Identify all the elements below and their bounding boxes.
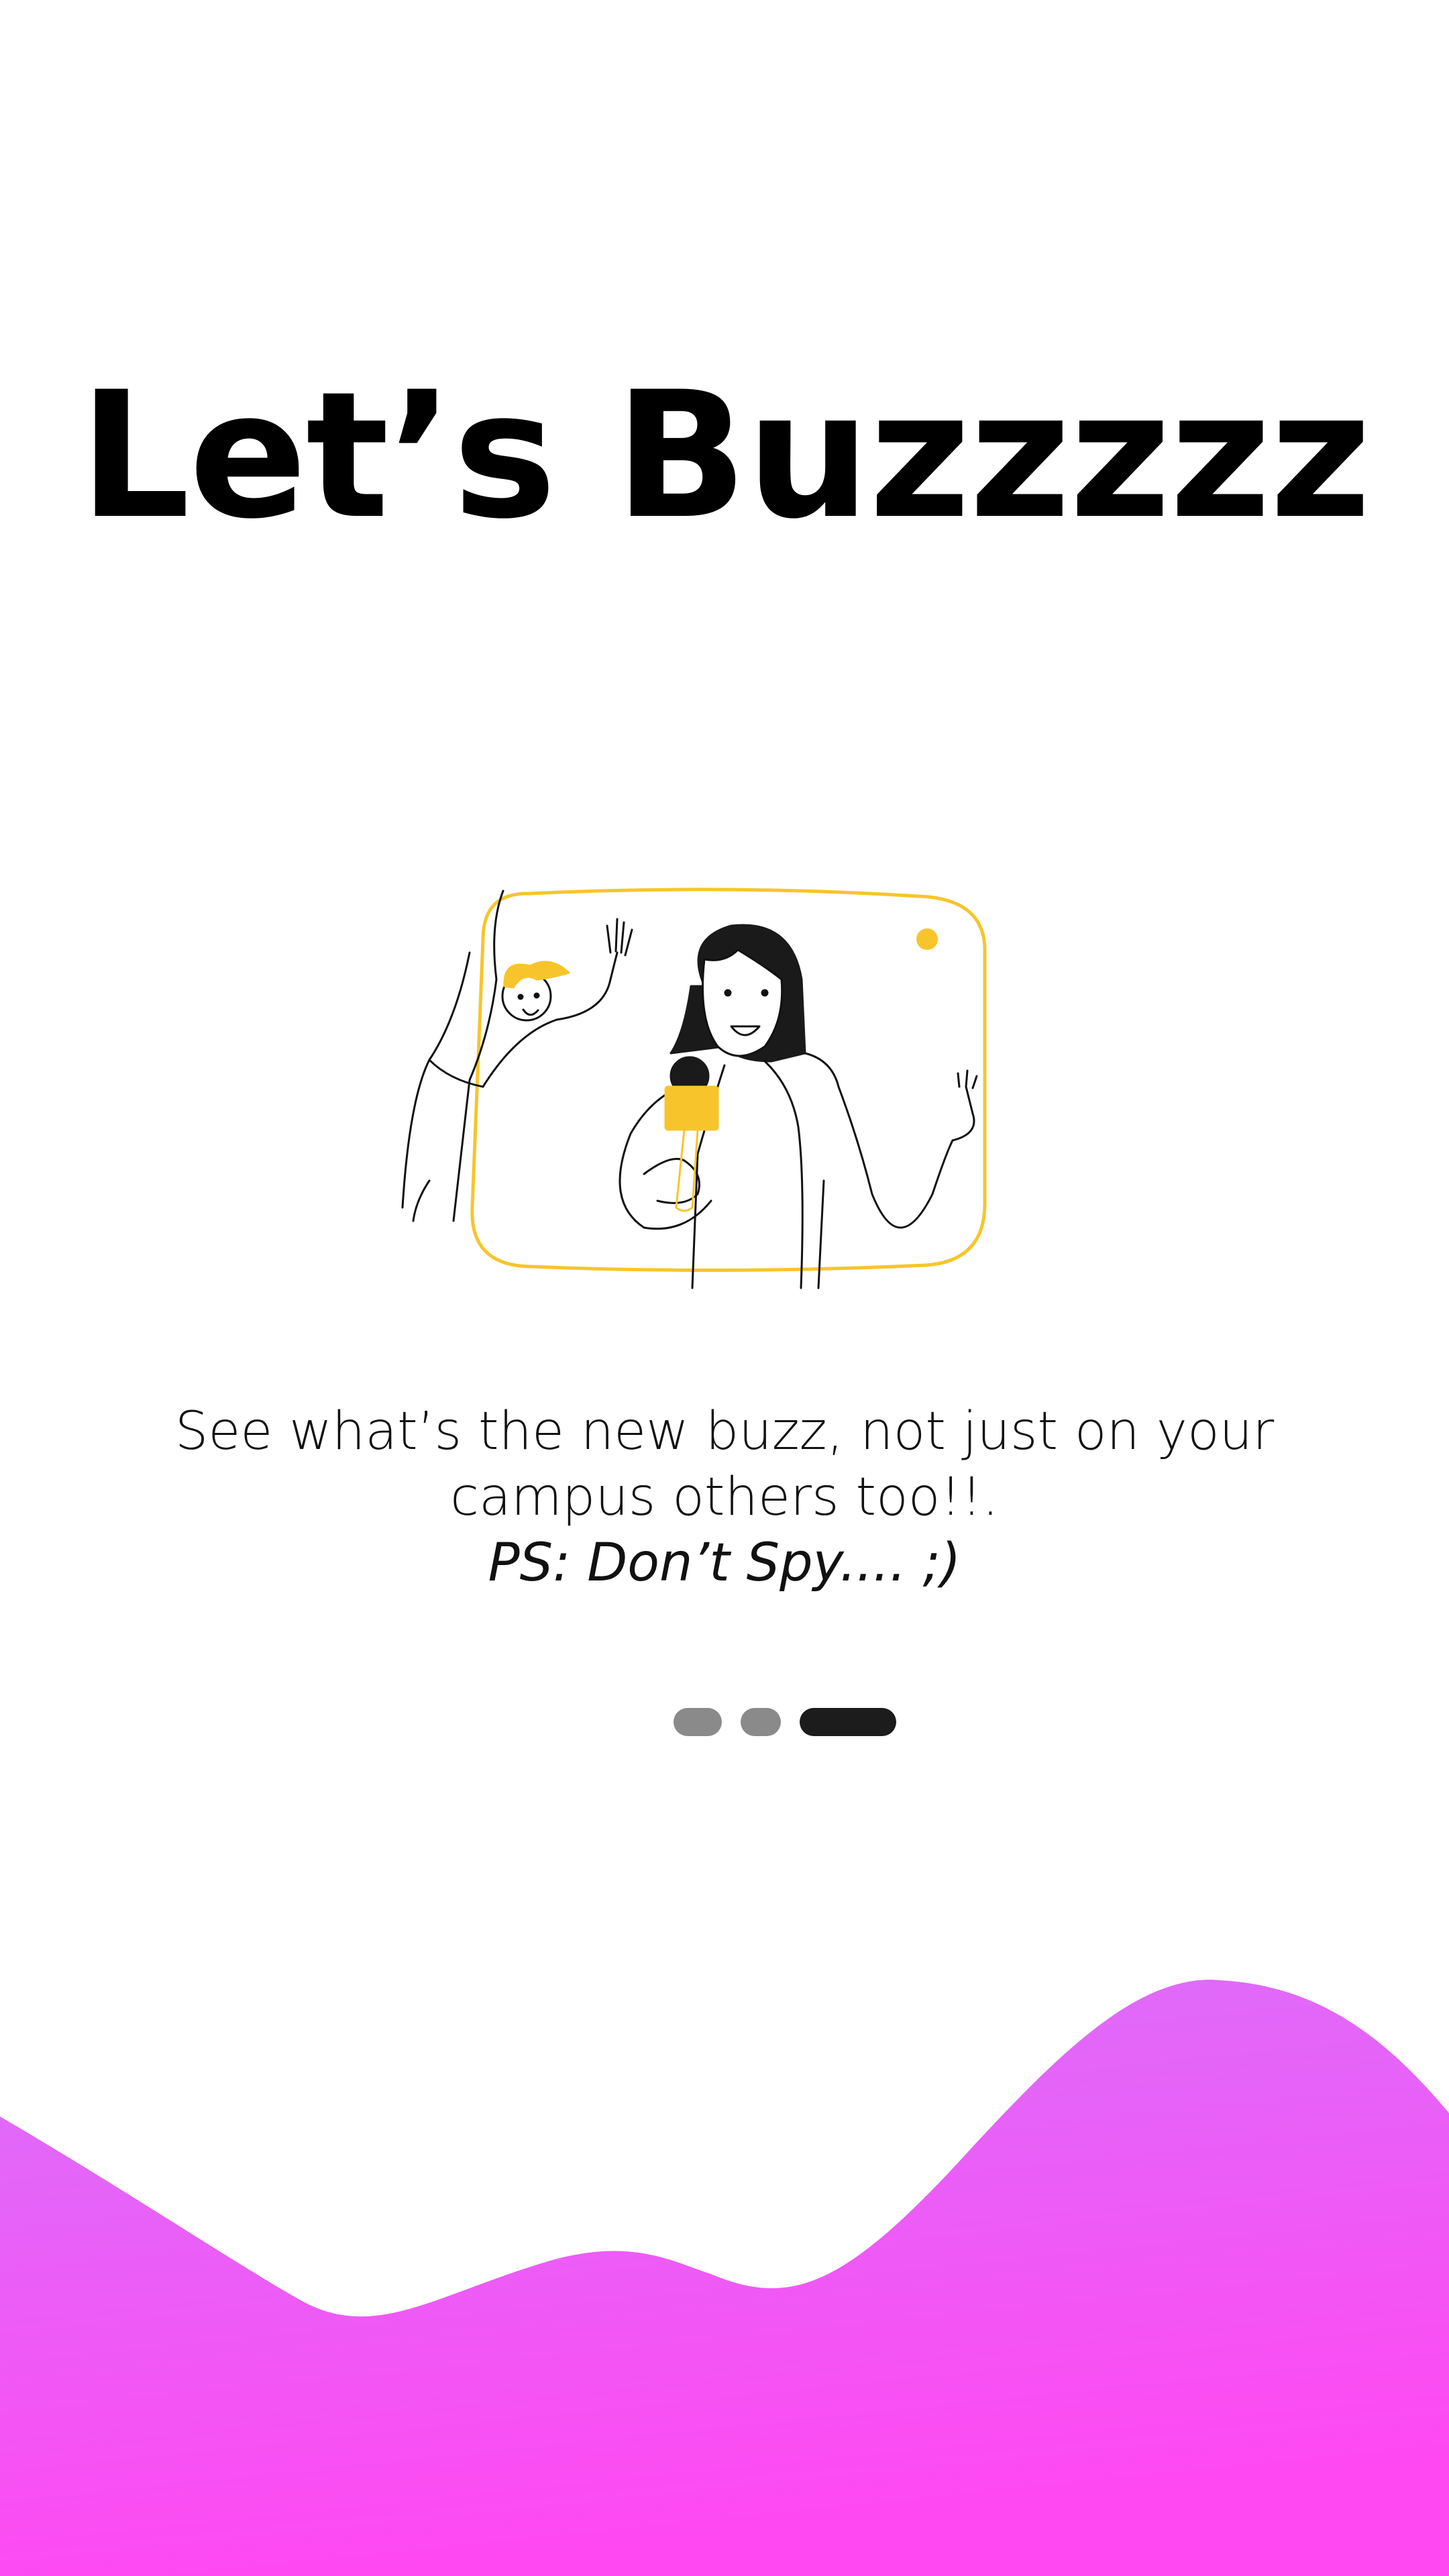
onboarding-description: See what’s the new buzz, not just on you…: [121, 1399, 1328, 1596]
reporter-illustration: [401, 888, 987, 1289]
page-dot-1[interactable]: [674, 1708, 722, 1736]
description-line-1: See what’s the new buzz, not just on you…: [174, 1401, 1275, 1462]
page-title: Let’s Buzzzzz: [78, 355, 1371, 557]
microphone-body: [664, 1085, 719, 1131]
record-indicator: [916, 928, 938, 950]
description-line-2: campus others too!!.: [450, 1467, 999, 1527]
page-indicator: [674, 1708, 896, 1736]
man-hair: [503, 961, 570, 989]
decorative-wave: [0, 1980, 1449, 2576]
page-dot-2[interactable]: [741, 1708, 781, 1736]
page-dot-3-active[interactable]: [800, 1708, 896, 1736]
description-ps: PS: Don’t Spy.... ;): [488, 1533, 961, 1593]
